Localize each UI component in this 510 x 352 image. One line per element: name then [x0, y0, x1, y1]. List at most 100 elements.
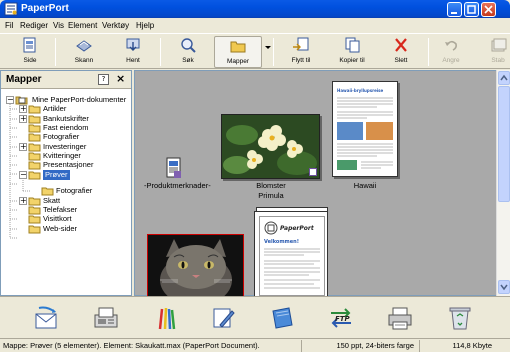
- menu-hjelp[interactable]: Hjelp: [136, 20, 154, 31]
- minimize-button[interactable]: [447, 2, 462, 17]
- printer-icon[interactable]: [386, 305, 414, 331]
- tree-item-label: Web-sider: [43, 224, 78, 233]
- copy-to-icon: [345, 37, 360, 53]
- flower-photo: [222, 115, 319, 178]
- document-icon: [166, 157, 181, 178]
- panel-close-button[interactable]: ×: [116, 73, 125, 85]
- folders-panel: Mapper ? × − Mine PaperPort-dokumenter + Ar…: [0, 70, 132, 296]
- title-bar[interactable]: PaperPort: [0, 0, 510, 18]
- menu-element[interactable]: Element: [68, 20, 97, 31]
- email-icon[interactable]: [33, 305, 61, 331]
- doc-skaukatt-thumbnail[interactable]: [147, 234, 244, 306]
- scroll-thumb[interactable]: [498, 86, 510, 202]
- move-to-icon: [293, 37, 309, 51]
- search-icon: [181, 38, 196, 53]
- toolbar-separator: [55, 38, 56, 66]
- folder-icon: [28, 215, 41, 224]
- panel-help-button[interactable]: ?: [98, 74, 109, 85]
- status-bar: Mappe: Prøver (5 elementer). Element: Sk…: [0, 338, 510, 352]
- tree-item-visittkort[interactable]: Visittkort: [1, 214, 131, 224]
- expand-icon[interactable]: +: [19, 105, 27, 113]
- document-area[interactable]: -Produktmerknader- Blomster Primula Hawa…: [134, 70, 500, 306]
- doc-label: -Produktmerknader-: [144, 181, 211, 190]
- ftp-icon[interactable]: FTP: [327, 305, 355, 331]
- maximize-button[interactable]: [464, 2, 479, 17]
- window-title: PaperPort: [21, 3, 69, 14]
- fax-icon[interactable]: [92, 305, 120, 331]
- tree-item-fotografier[interactable]: Fotografier: [1, 186, 131, 196]
- doc-blomster-thumbnail[interactable]: [221, 114, 320, 179]
- status-size-text: 114,8 Kbyte: [452, 341, 492, 350]
- welcome-text-lines: [264, 248, 320, 289]
- menu-vis[interactable]: Vis: [53, 20, 64, 31]
- tree-item-web-sider[interactable]: Web-sider: [1, 224, 131, 234]
- delete-icon: [395, 38, 407, 52]
- doc-produktmerknader[interactable]: [166, 157, 182, 181]
- status-folder-text: Mappe: Prøver (5 elementer). Element: Sk…: [3, 341, 260, 350]
- scroll-up-arrow[interactable]: [498, 71, 510, 85]
- panel-title: Mapper: [6, 74, 42, 85]
- doc-label: Primula: [258, 191, 284, 200]
- scroll-down-arrow[interactable]: [498, 280, 510, 294]
- doc-label: Hawaii: [353, 181, 377, 190]
- recycle-icon[interactable]: [446, 305, 474, 331]
- folder-icon: [28, 161, 41, 170]
- menu-bar: Fil Rediger Vis Element Verktøy Hjelp: [0, 18, 510, 33]
- tree-item-label: Presentasjoner: [43, 160, 94, 169]
- collapse-icon[interactable]: −: [6, 96, 14, 104]
- welcome-heading: Velkommen!: [264, 239, 299, 245]
- paperport-logo-icon: [264, 221, 278, 235]
- chevron-down-icon: [500, 284, 508, 291]
- stack-icon: [491, 38, 507, 52]
- expand-icon[interactable]: +: [19, 143, 27, 151]
- scanner-icon: [76, 40, 92, 52]
- toolbar-kopier-til-button[interactable]: Kopier til: [332, 36, 372, 68]
- undo-icon: [445, 40, 457, 51]
- sendto-bar: FTP: [0, 296, 510, 338]
- ftp-label: FTP: [335, 315, 351, 323]
- menu-fil[interactable]: Fil: [5, 20, 13, 31]
- folder-icon: [28, 225, 41, 234]
- pad-icon[interactable]: [268, 305, 296, 331]
- pencils-icon[interactable]: [152, 305, 180, 331]
- hawaii-page-content: [337, 97, 393, 170]
- tree-item-prøver[interactable]: − Prøver: [1, 170, 131, 180]
- toolbar-hent-button[interactable]: Hent: [113, 36, 153, 68]
- toolbar-stab-button[interactable]: Stab: [486, 36, 510, 68]
- draw-icon[interactable]: [210, 305, 238, 331]
- toolbar-mapper-button[interactable]: Mapper: [214, 36, 262, 68]
- toolbar-side-button[interactable]: Side: [10, 36, 50, 68]
- close-icon: [484, 5, 493, 14]
- doc-welcome-thumbnail[interactable]: PaperPort Velkommen!: [254, 211, 328, 297]
- chevron-up-icon: [500, 74, 508, 81]
- toolbar-separator: [428, 38, 429, 66]
- paperport-app-icon: [4, 2, 18, 16]
- tree-item-artikler[interactable]: + Artikler: [1, 104, 131, 114]
- tree-item-fotografier[interactable]: Fotografier: [1, 132, 131, 142]
- expand-icon[interactable]: +: [19, 197, 27, 205]
- maximize-icon: [467, 5, 476, 14]
- toolbar-angre-button[interactable]: Angre: [433, 36, 469, 68]
- menu-verktoy[interactable]: Verktøy: [102, 20, 129, 31]
- toolbar-separator: [273, 38, 274, 66]
- expand-icon[interactable]: +: [19, 115, 27, 123]
- menu-rediger[interactable]: Rediger: [20, 20, 48, 31]
- tree-item-label: Artikler: [43, 104, 67, 113]
- cat-photo: [148, 235, 243, 306]
- toolbar-sok-button[interactable]: Søk: [168, 36, 208, 68]
- tree-item-presentasjoner[interactable]: Presentasjoner: [1, 160, 131, 170]
- folder-icon: [28, 133, 41, 142]
- toolbar-slett-button[interactable]: Slett: [381, 36, 421, 68]
- doc-hawaii-thumbnail[interactable]: Hawaii-bryllupsreise: [332, 81, 398, 177]
- welcome-page: PaperPort Velkommen!: [259, 216, 325, 296]
- vertical-scrollbar[interactable]: [496, 70, 510, 296]
- tree-item-label: Visittkort: [43, 214, 72, 223]
- status-resolution-text: 150 ppt, 24-biters farge: [336, 341, 414, 350]
- close-window-button[interactable]: [481, 2, 496, 17]
- panel-header: Mapper ? ×: [1, 71, 131, 89]
- toolbar-skann-button[interactable]: Skann: [64, 36, 104, 68]
- toolbar-flytt-til-button[interactable]: Flytt til: [281, 36, 321, 68]
- mapper-dropdown-arrow[interactable]: [265, 46, 271, 49]
- collapse-icon[interactable]: −: [19, 171, 27, 179]
- welcome-stack-edge: [256, 207, 328, 211]
